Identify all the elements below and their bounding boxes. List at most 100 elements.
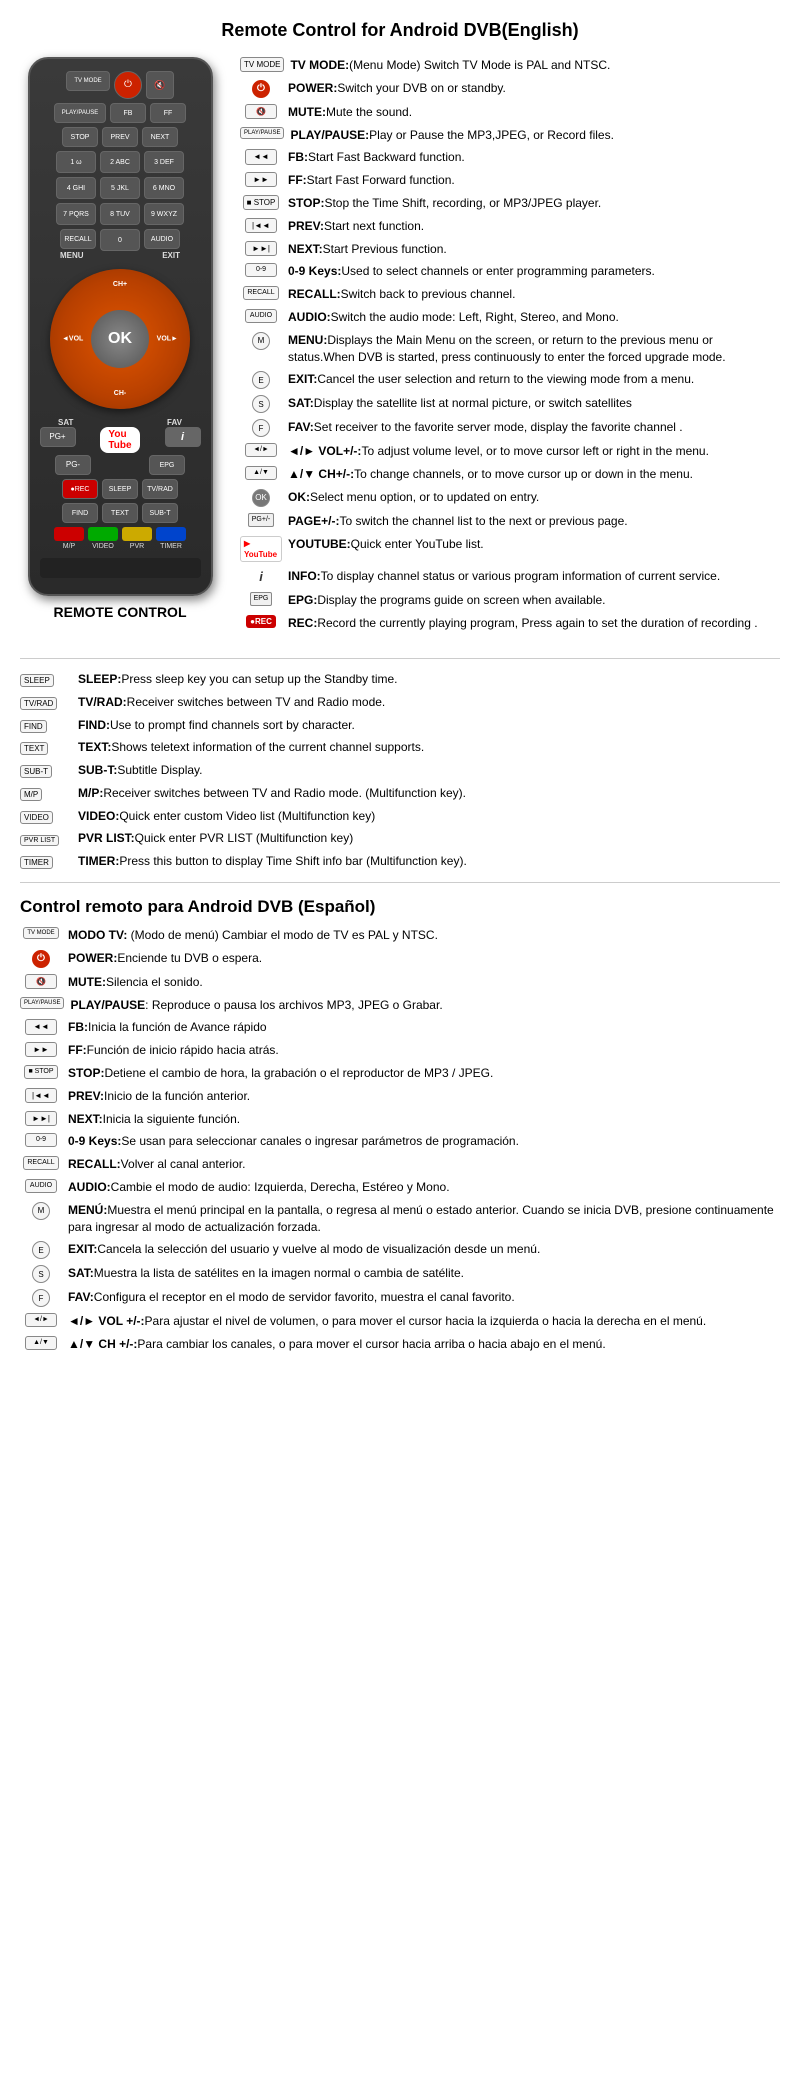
num3-button[interactable]: 3 DEF bbox=[144, 151, 184, 173]
stop-button[interactable]: STOP bbox=[62, 127, 98, 147]
desc-es-vol: ◄/► ◄/► VOL +/-:Para ajustar el nivel de… bbox=[20, 1313, 780, 1330]
ch-down-label: CH- bbox=[114, 390, 126, 397]
fav-desc-text: FAV:Set receiver to the favorite server … bbox=[288, 419, 683, 436]
ok-button[interactable]: OK bbox=[91, 310, 149, 368]
recall-desc-icon: RECALL bbox=[240, 286, 282, 300]
num7-button[interactable]: 7 PQRS bbox=[56, 203, 96, 225]
info-desc-icon: i bbox=[240, 568, 282, 586]
num9-button[interactable]: 9 WXYZ bbox=[144, 203, 184, 225]
rec-button[interactable]: ●REC bbox=[62, 479, 98, 499]
ch-desc-text: ▲/▼ CH+/-:To change channels, or to move… bbox=[288, 466, 693, 483]
es-menu-icon: M bbox=[20, 1202, 62, 1220]
es-fb-icon: ◄◄ bbox=[20, 1019, 62, 1034]
audio-button[interactable]: AUDIO bbox=[144, 229, 180, 249]
desc-fb: ◄◄ FB:Start Fast Backward function. bbox=[240, 149, 780, 166]
red-button[interactable] bbox=[54, 527, 84, 541]
num1-button[interactable]: 1 ω bbox=[56, 151, 96, 173]
epg-desc-icon: EPG bbox=[240, 592, 282, 606]
es-stop-icon: ■ STOP bbox=[20, 1065, 62, 1079]
ff-desc-icon: ►► bbox=[240, 172, 282, 187]
tv-mode-desc-icon: TV MODE bbox=[240, 57, 284, 72]
tv-mode-desc-text: TV MODE:(Menu Mode) Switch TV Mode is PA… bbox=[290, 57, 610, 74]
epg-button[interactable]: EPG bbox=[149, 455, 185, 475]
text-item: TEXT TEXT:Shows teletext information of … bbox=[20, 739, 780, 756]
num6-button[interactable]: 6 MNO bbox=[144, 177, 184, 199]
separator-1 bbox=[20, 658, 780, 659]
power-button[interactable]: ⏻ bbox=[114, 71, 142, 99]
tv-mode-button[interactable]: TV MODE bbox=[66, 71, 110, 91]
es-sat-text: SAT:Muestra la lista de satélites en la … bbox=[68, 1265, 464, 1282]
blue-button[interactable] bbox=[156, 527, 186, 541]
es-ff-text: FF:Función de inicio rápido hacia atrás. bbox=[68, 1042, 279, 1059]
next-button[interactable]: NEXT bbox=[142, 127, 178, 147]
es-mute-text: MUTE:Silencia el sonido. bbox=[68, 974, 203, 991]
desc-sat: S SAT:Display the satellite list at norm… bbox=[240, 395, 780, 413]
desc-play-pause: PLAY/PAUSE PLAY/PAUSE:Play or Pause the … bbox=[240, 127, 780, 144]
es-fb-text: FB:Inicia la función de Avance rápido bbox=[68, 1019, 267, 1036]
youtube-desc-text: YOUTUBE:Quick enter YouTube list. bbox=[288, 536, 484, 553]
sat-desc-icon: S bbox=[240, 395, 282, 413]
pg-plus-button[interactable]: PG+ bbox=[40, 427, 76, 447]
prev-button[interactable]: PREV bbox=[102, 127, 138, 147]
sat-desc-text: SAT:Display the satellite list at normal… bbox=[288, 395, 632, 412]
es-power-text: POWER:Enciende tu DVB o espera. bbox=[68, 950, 262, 967]
num8-button[interactable]: 8 TUV bbox=[100, 203, 140, 225]
desc-es-menu: M MENÚ:Muestra el menú principal en la p… bbox=[20, 1202, 780, 1236]
page-title-en: Remote Control for Android DVB(English) bbox=[20, 20, 780, 41]
desc-info: i INFO:To display channel status or vari… bbox=[240, 568, 780, 586]
es-recall-icon: RECALL bbox=[20, 1156, 62, 1170]
num2-button[interactable]: 2 ABC bbox=[100, 151, 140, 173]
youtube-button[interactable]: YouTube bbox=[100, 427, 139, 453]
num4-button[interactable]: 4 GHI bbox=[56, 177, 96, 199]
find-item-icon: FIND bbox=[20, 717, 70, 734]
mute-button[interactable]: 🔇 bbox=[146, 71, 174, 99]
epg-desc-text: EPG:Display the programs guide on screen… bbox=[288, 592, 606, 609]
play-pause-button[interactable]: PLAY/PAUSE bbox=[54, 103, 106, 123]
sat-label: SAT bbox=[58, 418, 73, 427]
desc-ch: ▲/▼ ▲/▼ CH+/-:To change channels, or to … bbox=[240, 466, 780, 483]
tv-rad-button[interactable]: TV/RAD bbox=[142, 479, 178, 499]
nav-circle[interactable]: CH+ CH- ◄VOL VOL► OK bbox=[50, 269, 190, 409]
desc-ff: ►► FF:Start Fast Forward function. bbox=[240, 172, 780, 189]
stop-desc-text: STOP:Stop the Time Shift, recording, or … bbox=[288, 195, 601, 212]
text-button[interactable]: TEXT bbox=[102, 503, 138, 523]
desc-es-prev: |◄◄ PREV:Inicio de la función anterior. bbox=[20, 1088, 780, 1105]
recall-button[interactable]: RECALL bbox=[60, 229, 96, 249]
es-ch-text: ▲/▼ CH +/-:Para cambiar los canales, o p… bbox=[68, 1336, 606, 1353]
num0-button[interactable]: 0 bbox=[100, 229, 140, 251]
es-recall-text: RECALL:Volver al canal anterior. bbox=[68, 1156, 245, 1173]
pvr-item: PVR LIST PVR LIST:Quick enter PVR LIST (… bbox=[20, 830, 780, 847]
desc-es-stop: ■ STOP STOP:Detiene el cambio de hora, l… bbox=[20, 1065, 780, 1082]
green-button[interactable] bbox=[88, 527, 118, 541]
tv-rad-item-icon: TV/RAD bbox=[20, 694, 70, 711]
info-button[interactable]: i bbox=[165, 427, 201, 447]
rec-desc-text: REC:Record the currently playing program… bbox=[288, 615, 758, 632]
ok-desc-icon: OK bbox=[240, 489, 282, 507]
ff-button[interactable]: FF bbox=[150, 103, 186, 123]
desc-vol: ◄/► ◄/► VOL+/-:To adjust volume level, o… bbox=[240, 443, 780, 460]
menu-desc-text: MENU:Displays the Main Menu on the scree… bbox=[288, 332, 780, 366]
pg-minus-button[interactable]: PG- bbox=[55, 455, 91, 475]
page-title-es: Control remoto para Android DVB (Español… bbox=[20, 897, 780, 917]
vol-desc-text: ◄/► VOL+/-:To adjust volume level, or to… bbox=[288, 443, 709, 460]
sleep-item-text: SLEEP:Press sleep key you can setup up t… bbox=[78, 671, 398, 688]
sleep-button[interactable]: SLEEP bbox=[102, 479, 138, 499]
timer-item-icon: TIMER bbox=[20, 853, 70, 870]
es-prev-text: PREV:Inicio de la función anterior. bbox=[68, 1088, 250, 1105]
sub-t-button[interactable]: SUB-T bbox=[142, 503, 178, 523]
bottom-buttons-en: SLEEP SLEEP:Press sleep key you can setu… bbox=[20, 671, 780, 870]
desc-page: PG+/- PAGE+/-:To switch the channel list… bbox=[240, 513, 780, 530]
yellow-button[interactable] bbox=[122, 527, 152, 541]
mp-item: M/P M/P:Receiver switches between TV and… bbox=[20, 785, 780, 802]
es-audio-icon: AUDIO bbox=[20, 1179, 62, 1193]
mp-item-icon: M/P bbox=[20, 785, 70, 802]
fb-button[interactable]: FB bbox=[110, 103, 146, 123]
num5-button[interactable]: 5 JKL bbox=[100, 177, 140, 199]
mp-label: M/P bbox=[54, 543, 84, 550]
es-exit-text: EXIT:Cancela la selección del usuario y … bbox=[68, 1241, 540, 1258]
find-button[interactable]: FIND bbox=[62, 503, 98, 523]
mute-desc-text: MUTE:Mute the sound. bbox=[288, 104, 412, 121]
timer-item: TIMER TIMER:Press this button to display… bbox=[20, 853, 780, 870]
es-stop-text: STOP:Detiene el cambio de hora, la graba… bbox=[68, 1065, 493, 1082]
es-fav-icon: F bbox=[20, 1289, 62, 1307]
